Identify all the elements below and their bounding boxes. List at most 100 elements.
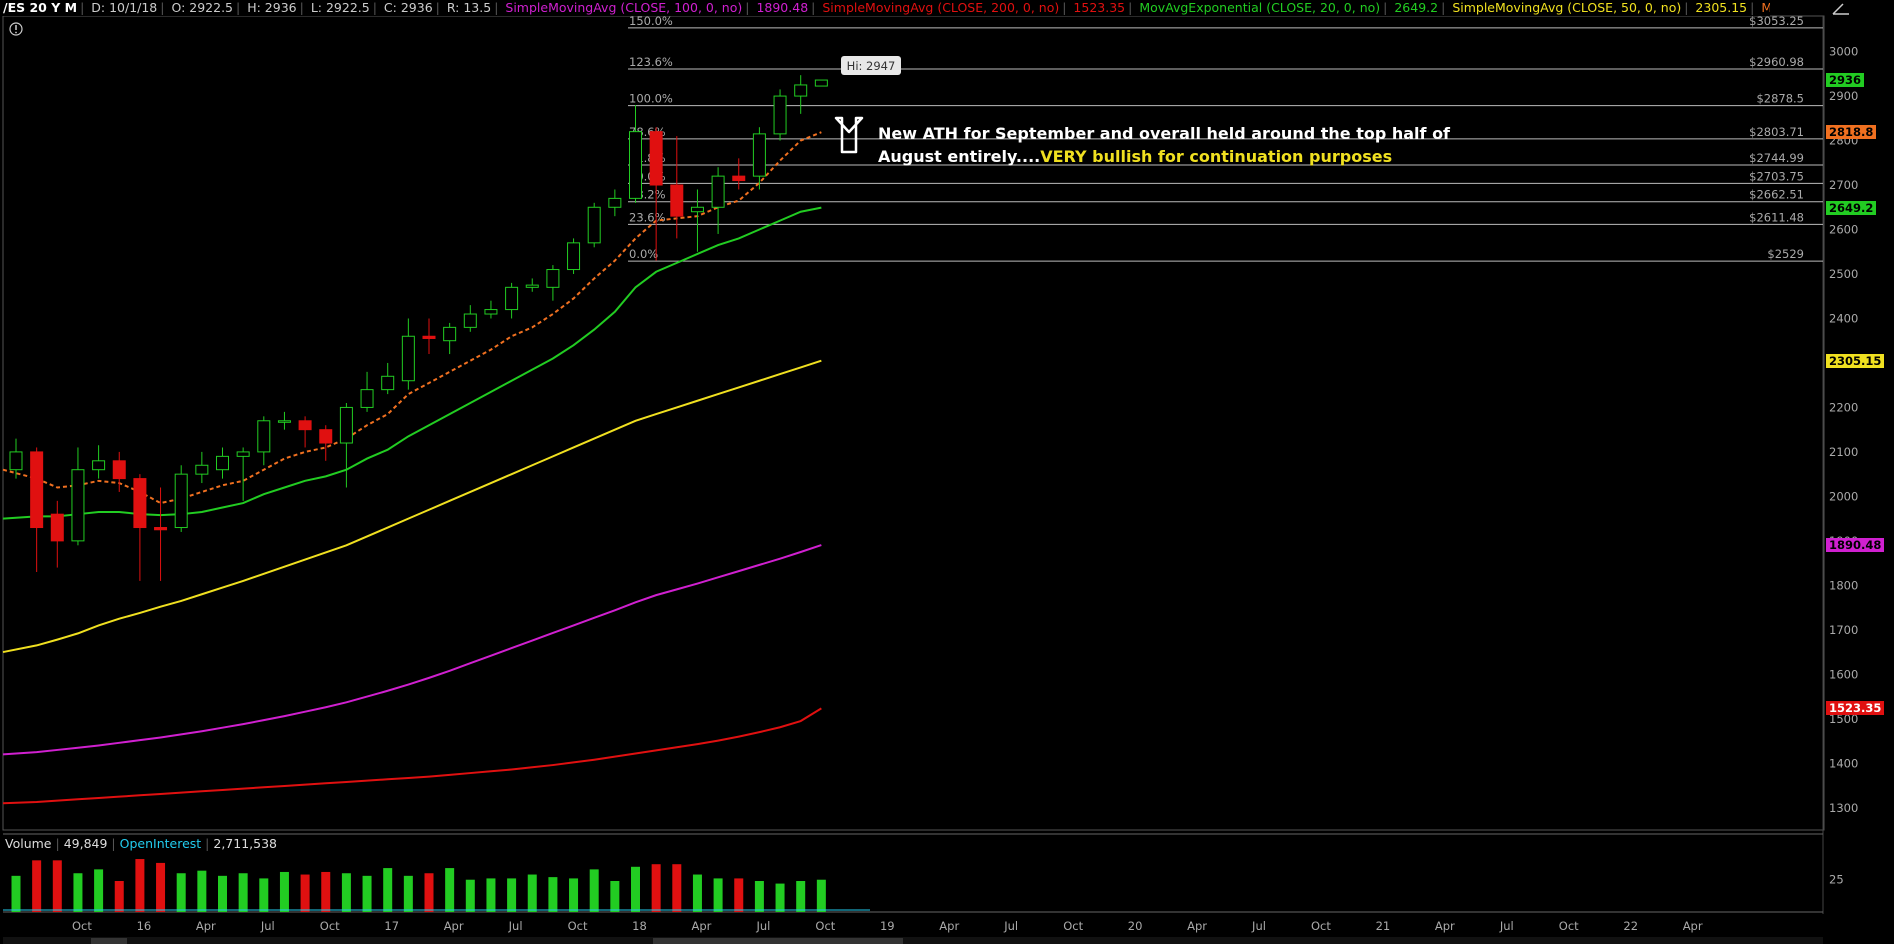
study-sma200-label[interactable]: SimpleMovingAvg (CLOSE, 200, 0, no) [819, 0, 1062, 15]
candle-up [794, 84, 808, 97]
price-tag: 1890.48 [1826, 538, 1885, 553]
candle-down [154, 527, 168, 531]
volume-bar [734, 878, 744, 912]
price-chart[interactable]: 150.0% $3053.25123.6% $2960.98100.0% $2878.… [0, 0, 1894, 944]
candle-down [133, 478, 147, 529]
candle-up [587, 206, 601, 244]
time-tick-label: Apr [196, 919, 216, 933]
time-tick-label: Jul [1499, 919, 1514, 933]
volume-bar [775, 883, 785, 912]
study-ema20-label[interactable]: MovAvgExponential (CLOSE, 20, 0, no) [1136, 0, 1383, 15]
time-tick-label: Jul [1251, 919, 1266, 933]
time-tick-label: Oct [1063, 919, 1083, 933]
fib-percent-label: 100.0% [629, 92, 673, 106]
volume-bar [32, 860, 42, 912]
time-tick-label: Jul [260, 919, 275, 933]
volume-bar [507, 878, 517, 912]
volume-bar [238, 873, 248, 912]
study-ema8-label[interactable]: MovAvgExponential (CLOSE, 8, 0, no) [1758, 0, 1770, 15]
volume-bar [403, 875, 413, 912]
time-tick-label: Apr [1683, 919, 1703, 933]
volume-bar [692, 874, 702, 912]
candle-up [71, 469, 85, 542]
volume-bar [176, 873, 186, 912]
time-tick-label: Oct [320, 919, 340, 933]
candle-up [711, 175, 725, 208]
volume-bar [218, 875, 227, 912]
annotation-line-1: New ATH for September and overall held a… [878, 124, 1451, 143]
scrollbar-thumb-main[interactable] [653, 938, 903, 944]
fib-price-label: $2744.99 [1749, 151, 1804, 165]
price-tick-label: 2400 [1829, 311, 1858, 325]
candle-up [525, 284, 539, 288]
time-tick-label: Oct [72, 919, 92, 933]
time-tick-label: Apr [691, 919, 711, 933]
volume-bar [300, 874, 310, 912]
time-tick-label: Oct [1311, 919, 1331, 933]
study-ema20-value: 2649.2 [1394, 0, 1439, 15]
candle-up [195, 464, 209, 475]
study-sma100-value: 1890.48 [756, 0, 809, 15]
time-tick-label: Jul [1003, 919, 1018, 933]
candle-up [9, 451, 23, 471]
candle-down [670, 184, 684, 217]
fib-price-label: $2703.75 [1749, 169, 1804, 183]
volume-bar [135, 859, 145, 912]
candle-down [649, 131, 663, 186]
time-tick-label: Apr [939, 919, 959, 933]
price-tick-label: 1400 [1829, 756, 1858, 770]
candle-up [381, 375, 395, 391]
volume-bar [362, 875, 372, 912]
volume-tick-label: 25 [1829, 873, 1844, 887]
study-sma50-label[interactable]: SimpleMovingAvg (CLOSE, 50, 0, no) [1449, 0, 1684, 15]
volume-bar [259, 878, 269, 912]
time-tick-label: 20 [1128, 919, 1143, 933]
volume-bar [94, 869, 104, 912]
symbol-label[interactable]: /ES 20 Y M [0, 0, 80, 15]
study-sma100-label[interactable]: SimpleMovingAvg (CLOSE, 100, 0, no) [502, 0, 745, 15]
candle-up [257, 420, 271, 453]
open-interest-label[interactable]: OpenInterest [120, 836, 202, 851]
time-tick-label: Apr [1187, 919, 1207, 933]
candle-up [690, 206, 704, 213]
price-tick-label: 2900 [1829, 89, 1858, 103]
hi-label: Hi: 2947 [847, 59, 896, 73]
horizontal-scrollbar[interactable] [3, 937, 1823, 944]
low-label: L: 2922.5 [310, 0, 370, 15]
time-tick-label: Jul [508, 919, 523, 933]
volume-bar [156, 862, 166, 912]
candle-up [752, 133, 766, 177]
scrollbar-thumb-left[interactable] [91, 938, 127, 944]
open-label: O: 2922.5 [171, 0, 234, 15]
volume-bar [321, 871, 331, 912]
candle-up [773, 95, 787, 135]
fib-price-label: $2803.71 [1749, 125, 1804, 139]
time-tick-label: 18 [632, 919, 647, 933]
fib-price-label: $2960.98 [1749, 55, 1804, 69]
volume-bar [73, 873, 83, 912]
candle-up [814, 79, 828, 87]
price-tag: 2936 [1826, 73, 1865, 88]
candle-down [422, 335, 436, 339]
price-tick-label: 2000 [1829, 489, 1858, 503]
candle-up [546, 269, 560, 288]
volume-bar [465, 879, 475, 912]
volume-bar [796, 881, 806, 912]
candle-down [298, 420, 312, 431]
price-tag: 1523.35 [1826, 701, 1885, 716]
price-tag: 2305.15 [1826, 353, 1885, 368]
candle-up [92, 460, 106, 471]
volume-bar [713, 878, 723, 912]
date-label: D: 10/1/18 [91, 0, 158, 15]
fib-percent-label: 123.6% [629, 55, 673, 69]
volume-label[interactable]: Volume [5, 836, 52, 851]
price-tick-label: 1700 [1829, 623, 1858, 637]
candle-up [484, 309, 498, 315]
volume-bar [114, 881, 124, 912]
candle-up [236, 451, 250, 457]
time-tick-label: 19 [880, 919, 895, 933]
volume-bar [445, 868, 455, 912]
volume-bar [52, 860, 62, 912]
price-tick-label: 2600 [1829, 223, 1858, 237]
price-tag: 2649.2 [1826, 200, 1877, 215]
